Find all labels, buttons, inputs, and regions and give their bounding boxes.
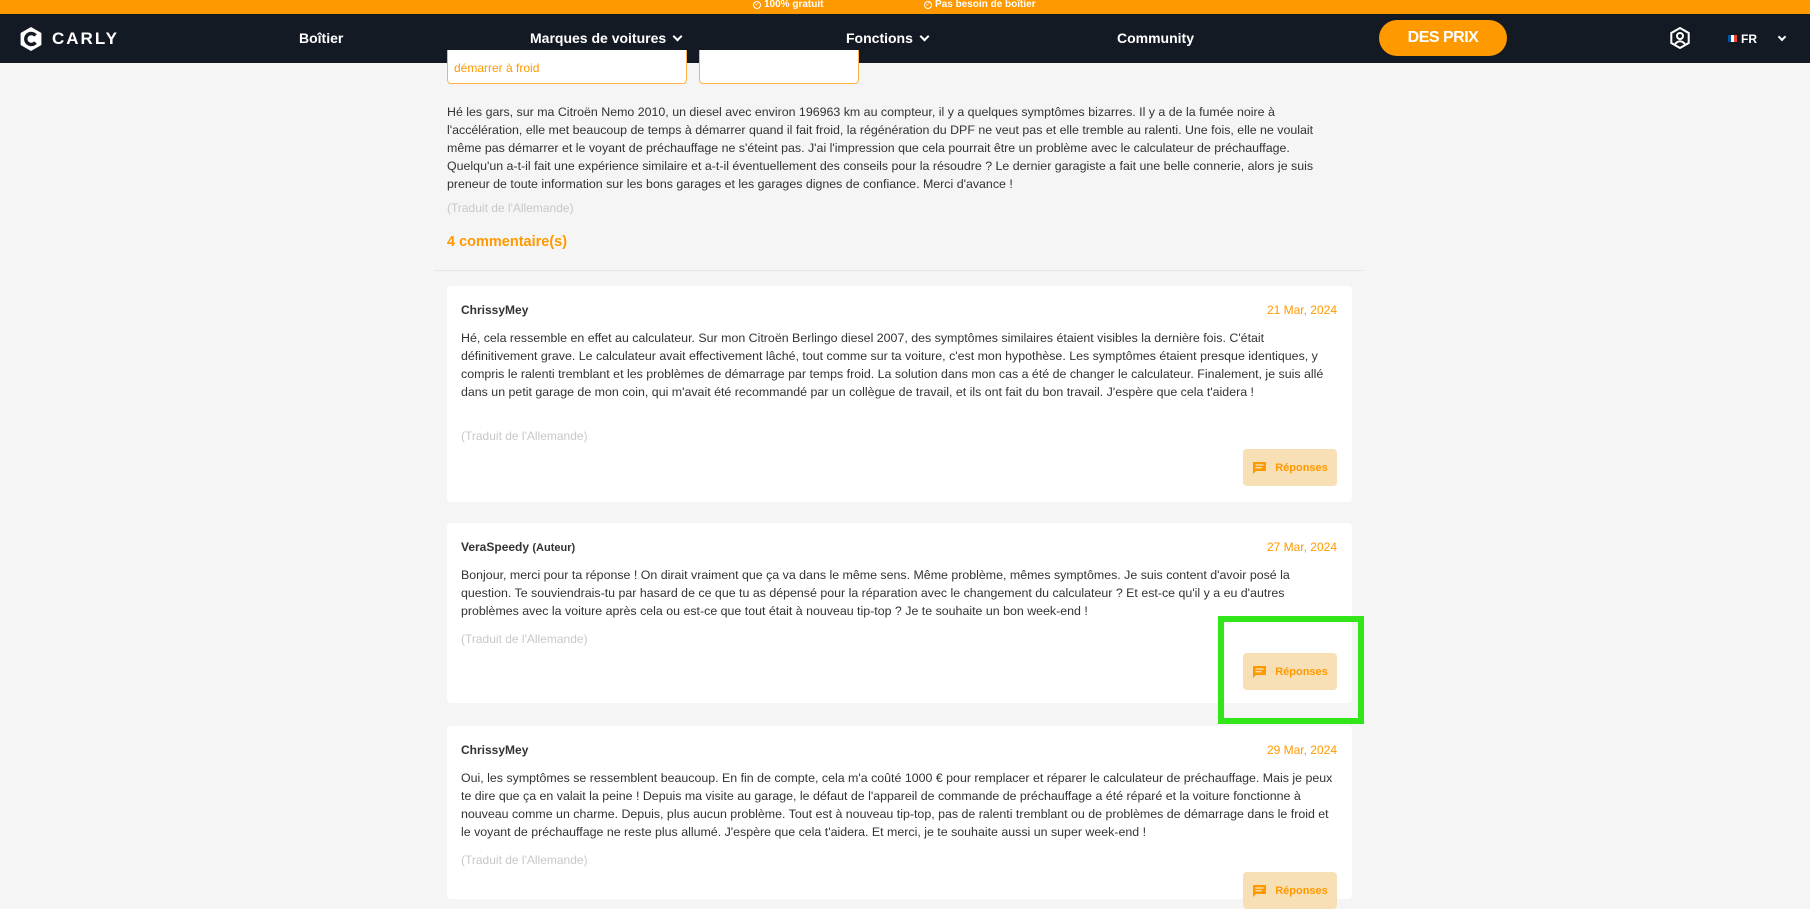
comment-card: ChrissyMey 29 Mar, 2024 Oui, les symptôm… xyxy=(447,726,1352,909)
comment-author: ChrissyMey xyxy=(461,303,528,317)
comment-translation-note: (Traduit de l'Allemande) xyxy=(461,853,588,867)
comment-date: 21 Mar, 2024 xyxy=(1266,303,1337,317)
comment-date: 29 Mar, 2024 xyxy=(1266,743,1337,757)
comment-count: 4 commentaire(s) xyxy=(447,234,568,250)
french-flag-icon xyxy=(1728,35,1737,42)
author-name: ChrissyMey xyxy=(461,743,529,757)
language-label: FR xyxy=(1741,31,1757,46)
nav-community[interactable]: Community xyxy=(1117,14,1194,63)
symptom-field[interactable]: démarrer à froid xyxy=(447,50,687,84)
promo-bar: ✓ 100% gratuit ✓ Pas besoin de boîtier xyxy=(0,0,1810,14)
navbar: CARLY Boîtier Marques de voitures Foncti… xyxy=(0,14,1810,63)
secondary-field[interactable] xyxy=(699,50,859,84)
comment-date: 27 Mar, 2024 xyxy=(1266,540,1337,554)
comment-card: ChrissyMey 21 Mar, 2024 Hé, cela ressemb… xyxy=(447,286,1352,502)
promo-free-label: 100% gratuit xyxy=(764,0,824,10)
replies-label: Réponses xyxy=(1275,461,1328,474)
post-body: Hé les gars, sur ma Citroën Nemo 2010, u… xyxy=(447,105,1314,191)
comment-translation-note: (Traduit de l'Allemande) xyxy=(461,429,588,443)
highlight-box xyxy=(1218,616,1364,724)
comment-body: Bonjour, merci pour ta réponse ! On dira… xyxy=(461,568,1290,618)
account-icon[interactable] xyxy=(1668,26,1692,50)
comment-author: VeraSpeedy (Auteur) xyxy=(461,540,575,554)
check-icon: ✓ xyxy=(924,0,932,9)
chevron-down-icon xyxy=(919,31,930,42)
replies-button[interactable]: Réponses xyxy=(1243,872,1337,909)
author-name: ChrissyMey xyxy=(461,303,529,317)
author-name: VeraSpeedy xyxy=(461,540,530,554)
nav-boitier-label: Boîtier xyxy=(299,30,344,46)
comment-author: ChrissyMey xyxy=(461,743,528,757)
comment-body: Hé, cela ressemble en effet au calculate… xyxy=(461,331,1324,399)
carly-logo[interactable]: CARLY xyxy=(18,26,119,52)
promo-item-no-box: ✓ Pas besoin de boîtier xyxy=(924,0,1036,10)
comment-translation-note: (Traduit de l'Allemande) xyxy=(461,632,588,646)
replies-button[interactable]: Réponses xyxy=(1243,449,1337,486)
nav-community-label: Community xyxy=(1117,30,1194,46)
language-selector[interactable]: FR xyxy=(1728,14,1787,63)
post-translation-note: (Traduit de l'Allemande) xyxy=(447,201,574,215)
nav-boitier[interactable]: Boîtier xyxy=(299,14,343,63)
comment-body: Oui, les symptômes se ressemblent beauco… xyxy=(461,771,1333,839)
comment-icon xyxy=(1253,461,1267,474)
promo-item-free: ✓ 100% gratuit xyxy=(753,0,824,10)
logo-text: CARLY xyxy=(52,29,119,48)
comment-card: VeraSpeedy (Auteur) 27 Mar, 2024 Bonjour… xyxy=(447,523,1352,703)
divider xyxy=(434,270,1364,271)
comment-icon xyxy=(1253,884,1267,897)
carly-logo-icon xyxy=(20,27,42,51)
prices-button[interactable]: DES PRIX xyxy=(1379,20,1507,56)
replies-label: Réponses xyxy=(1275,884,1328,897)
promo-no-box-label: Pas besoin de boîtier xyxy=(935,0,1036,10)
chevron-down-icon xyxy=(1777,32,1787,41)
chevron-down-icon xyxy=(672,31,683,42)
check-icon: ✓ xyxy=(753,0,761,9)
author-tag: (Auteur) xyxy=(532,542,576,554)
